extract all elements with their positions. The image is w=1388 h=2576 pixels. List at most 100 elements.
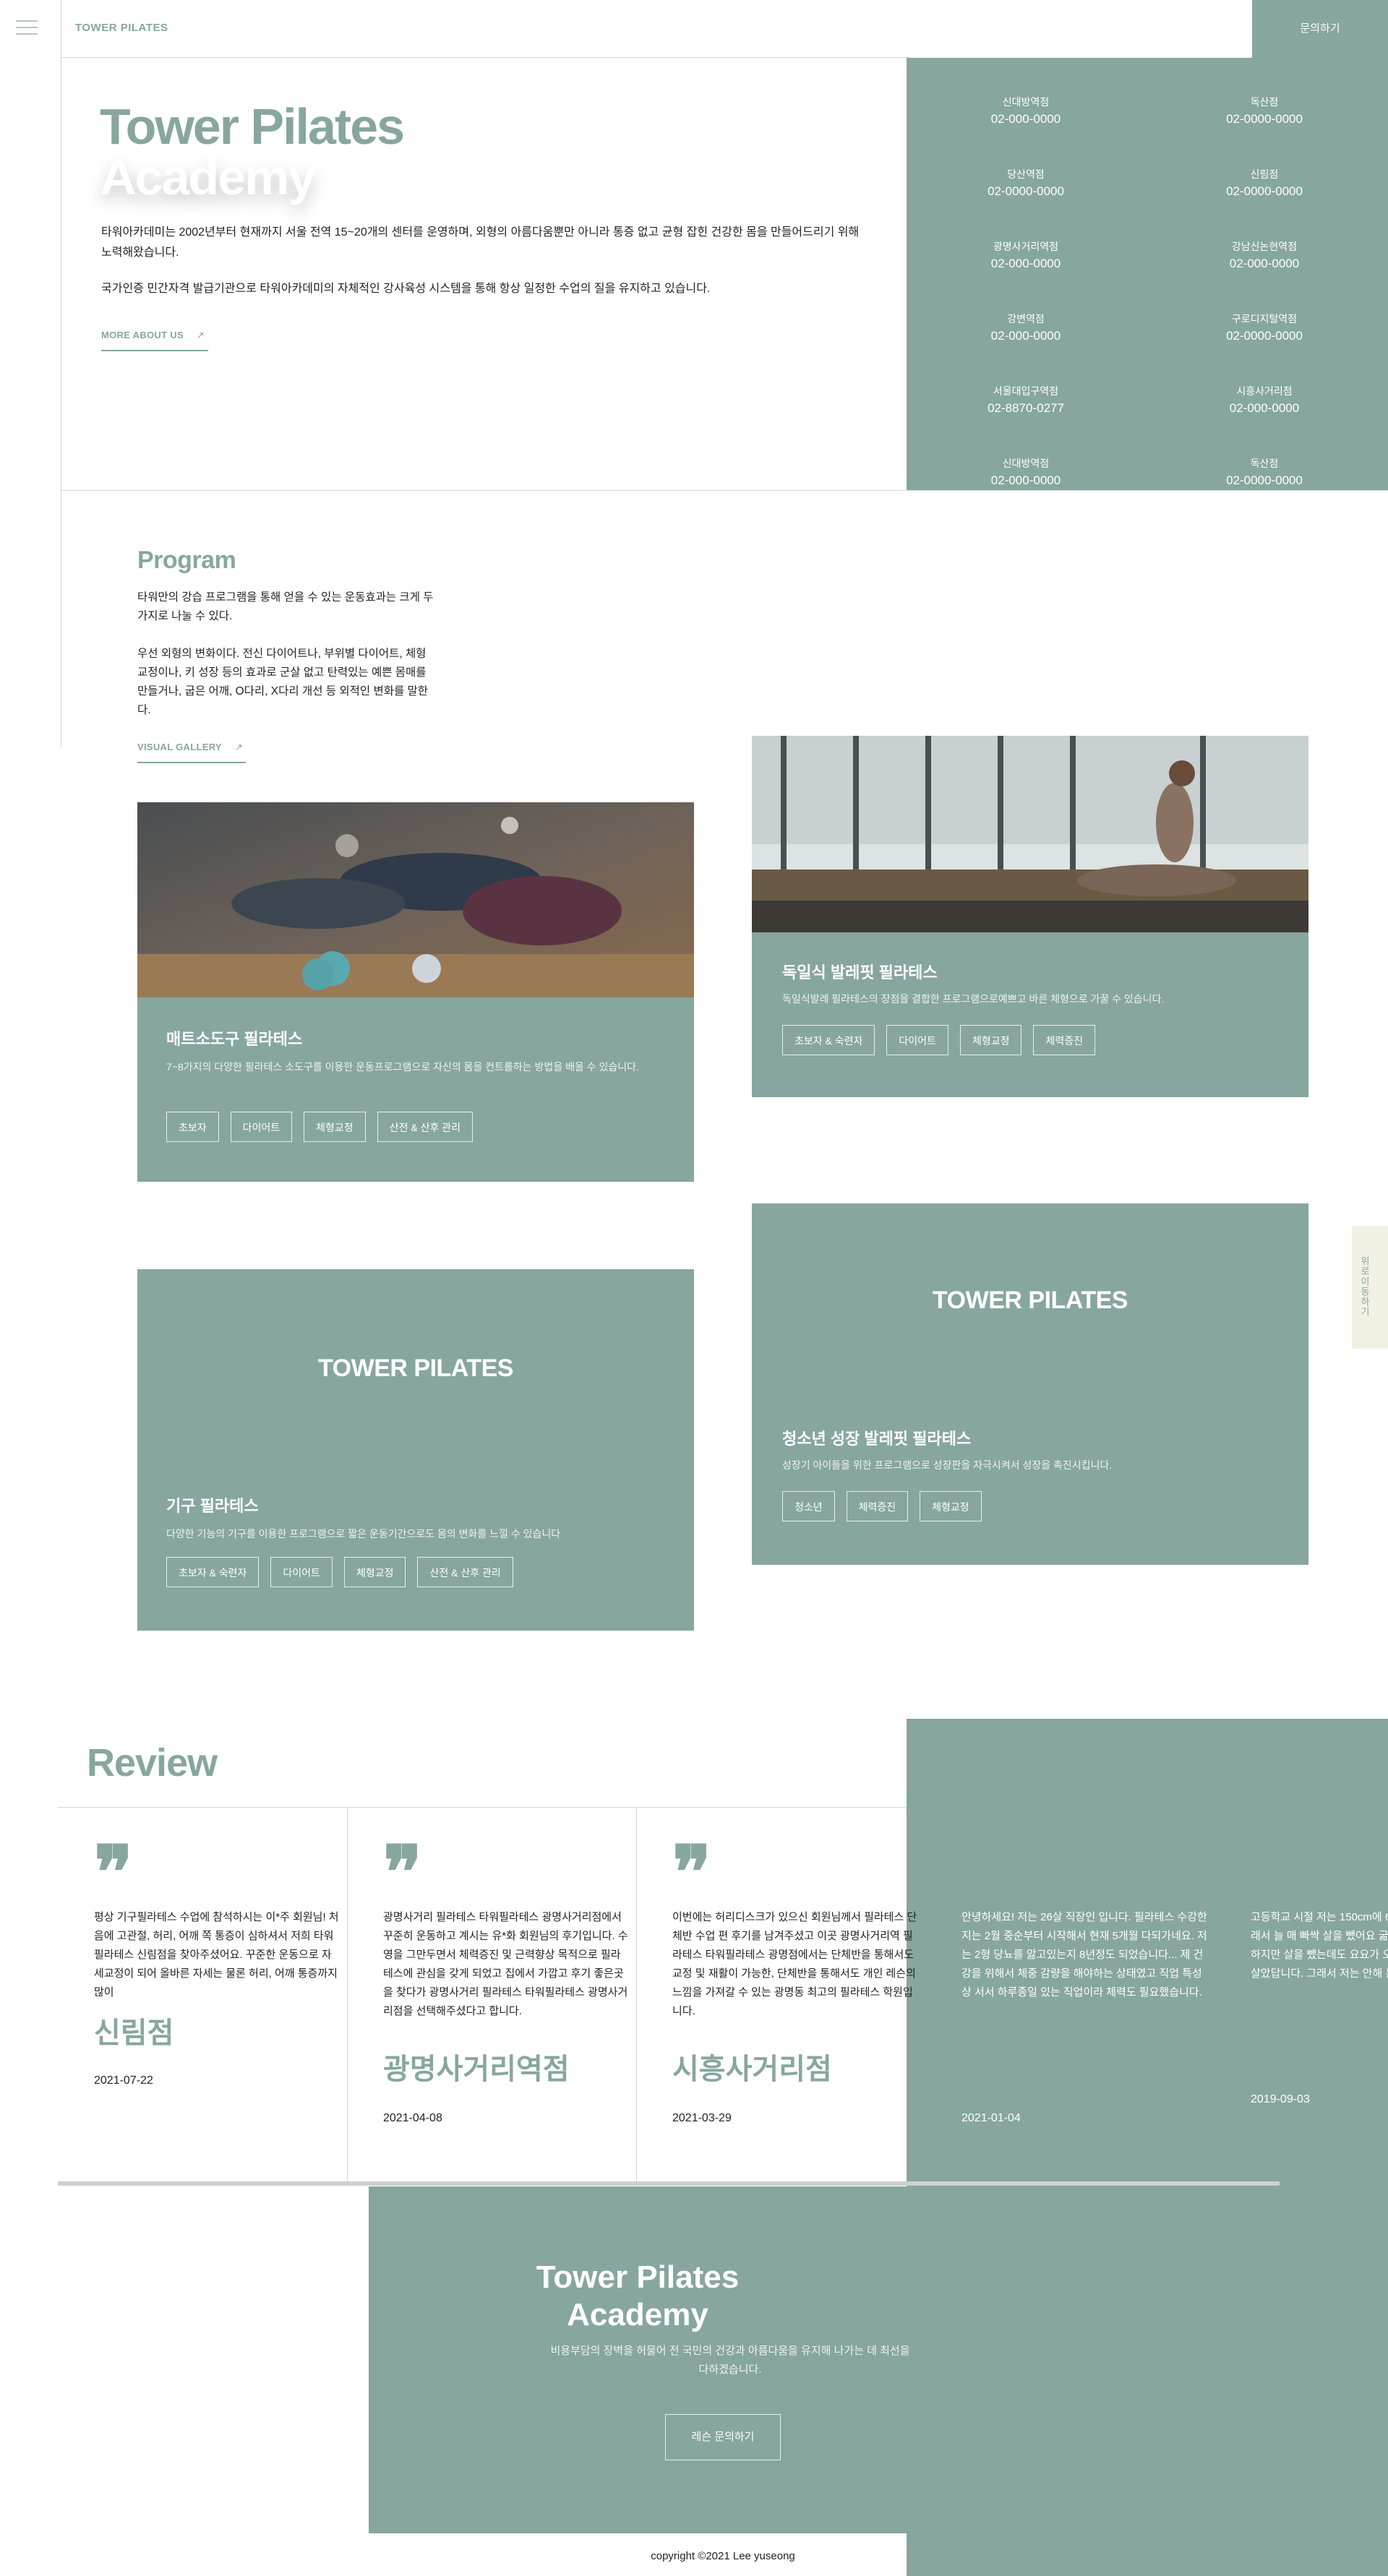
branch-item[interactable]: 신림점 02-0000-0000 [1145, 166, 1384, 201]
program-card-desc: 다양한 기능의 기구를 이용한 프로그램으로 짧은 운동기간으로도 몸의 변화를… [166, 1528, 561, 1540]
branch-item[interactable]: 독산점 02-0000-0000 [1145, 455, 1384, 490]
branch-item[interactable]: 신대방역점 02-000-0000 [907, 455, 1145, 490]
brand-logo: TOWER PILATES [318, 1354, 513, 1382]
more-about-us-link[interactable]: MORE ABOUT US ↗ [101, 330, 208, 351]
branch-item[interactable]: 강변역점 02-000-0000 [907, 311, 1145, 345]
branch-phone: 02-0000-0000 [1226, 329, 1303, 343]
branch-name: 독산점 [1250, 96, 1279, 108]
tag[interactable]: 청소년 [782, 1491, 835, 1521]
branch-name: 신대방역점 [1002, 458, 1050, 469]
divider-line [61, 57, 909, 58]
hamburger-menu-icon[interactable] [16, 20, 38, 36]
tag[interactable]: 다이어트 [270, 1557, 333, 1587]
tag[interactable]: 체력증진 [1033, 1025, 1095, 1055]
branch-phone: 02-0000-0000 [1226, 112, 1303, 126]
contact-button[interactable]: 문의하기 [1252, 0, 1388, 58]
quote-icon: ❞ [672, 1829, 711, 1915]
tag[interactable]: 산전 & 산후 관리 [377, 1112, 473, 1142]
branch-phone: 02-000-0000 [1229, 257, 1300, 270]
site-logo[interactable]: TOWER PILATES [75, 22, 168, 34]
hero-description: 국가인증 민간자격 발급기관으로 타워아카데미의 자체적인 강사육성 시스템을 … [101, 283, 711, 295]
program-description: 타워만의 강습 프로그램을 통해 얻을 수 있는 운동효과는 크게 두가지로 나… [137, 591, 434, 622]
more-about-us-label: MORE ABOUT US [101, 330, 184, 340]
review-date: 2021-07-22 [94, 2074, 153, 2087]
review-branch: 신림점 [94, 2017, 174, 2049]
review-branch: 시흥사거리점 [672, 2053, 832, 2085]
tag[interactable]: 체형교정 [343, 1557, 406, 1587]
branch-phone: 02-8870-0277 [988, 401, 1064, 415]
tag[interactable]: 체형교정 [959, 1025, 1022, 1055]
branch-name: 시흥사거리점 [1236, 385, 1293, 397]
divider-line [61, 490, 1388, 491]
branch-item[interactable]: 강남신논현역점 02-000-0000 [1145, 239, 1384, 273]
divider-line [58, 1807, 907, 1808]
review-date: 2021-03-29 [672, 2112, 732, 2124]
footer-description: 비용부담의 장벽을 허물어 전 국민의 건강과 아름다움을 유지해 나가는 데 … [550, 2345, 910, 2376]
review-item[interactable]: ❞ 광명사거리 필라테스 타워필라테스 광명사거리점에서 꾸준히 운동하고 계시… [383, 1836, 629, 2125]
review-item[interactable]: ❞ 이번에는 허리디스크가 있으신 회원님께서 필라테스 단체반 수업 편 후기… [672, 1836, 918, 2125]
footer-title-secondary: Academy [567, 2297, 708, 2332]
review-scrollbar[interactable] [58, 2181, 1280, 2186]
footer-title: Tower Pilates [536, 2259, 740, 2295]
review-item[interactable]: ❞ 평상 기구필라테스 수업에 참석하시는 이*주 회원님! 처음에 고관절, … [94, 1836, 340, 2096]
program-card-desc: 성장기 아이들을 위한 프로그램으로 성장판을 자극시켜서 성장을 촉진시킵니다… [782, 1459, 1113, 1471]
program-card-balletfit[interactable]: 독일식 발레핏 필라테스 독일식발레 필라테스의 장점을 결합한 프로그램으로예… [752, 736, 1308, 1097]
lesson-inquiry-button[interactable]: 레슨 문의하기 [665, 2414, 781, 2460]
branch-item[interactable]: 구로디지털역점 02-0000-0000 [1145, 311, 1384, 345]
branch-item[interactable]: 서울대입구역점 02-8870-0277 [907, 383, 1145, 418]
mat-pilates-photo [137, 802, 694, 997]
branch-phone: 02-000-0000 [990, 329, 1061, 343]
visual-gallery-link[interactable]: VISUAL GALLERY ↗ [137, 742, 246, 763]
scroll-top-tab[interactable]: 위로이동하기 [1352, 1226, 1388, 1349]
review-text: 고등학교 시절 저는 150cm에 68kg까지 나갔어요.. 그래서 늘 매 … [1251, 1911, 1388, 1980]
review-item[interactable]: 안녕하세요! 저는 26살 직장인 입니다. 필라테스 수강한지는 2월 중순부… [961, 1836, 1207, 2125]
branch-item[interactable]: 광명사거리역점 02-000-0000 [907, 239, 1145, 273]
tag[interactable]: 초보자 & 숙련자 [166, 1557, 260, 1587]
program-card-equipment[interactable]: TOWER PILATES 기구 필라테스 다양한 기능의 기구를 이용한 프로… [137, 1269, 694, 1631]
program-card-desc: 독일식발레 필라테스의 장점을 결합한 프로그램으로예쁘고 바른 체형으로 가꿀… [782, 993, 1165, 1005]
tag[interactable]: 산전 & 산후 관리 [417, 1557, 513, 1587]
branch-name: 독산점 [1250, 458, 1279, 469]
branch-phone: 02-000-0000 [1229, 401, 1300, 415]
scroll-top-label: 위로이동하기 [1359, 1256, 1370, 1317]
tag[interactable]: 초보자 & 숙련자 [782, 1025, 875, 1055]
branch-phone: 02-000-0000 [990, 112, 1061, 126]
visual-gallery-label: VISUAL GALLERY [137, 742, 222, 752]
branch-name: 광명사거리역점 [993, 241, 1059, 252]
tag[interactable]: 체력증진 [846, 1491, 909, 1521]
program-card-title: 독일식 발레핏 필라테스 [782, 963, 938, 982]
tag[interactable]: 체형교정 [920, 1491, 982, 1521]
tag-list: 초보자 & 숙련자 다이어트 체형교정 체력증진 [782, 1025, 1095, 1055]
tag[interactable]: 다이어트 [230, 1112, 293, 1142]
quote-icon: ❞ [94, 1829, 133, 1915]
quote-icon: ❞ [383, 1829, 422, 1915]
branch-phone: 02-000-0000 [990, 257, 1061, 270]
branch-name: 신림점 [1250, 168, 1279, 180]
branch-name: 서울대입구역점 [993, 385, 1059, 397]
branch-item[interactable]: 시흥사거리점 02-000-0000 [1145, 383, 1384, 418]
hero-title: Tower Pilates [100, 98, 405, 155]
review-date: 2019-09-03 [1251, 2093, 1310, 2105]
review-text: 안녕하세요! 저는 26살 직장인 입니다. 필라테스 수강한지는 2월 중순부… [961, 1911, 1207, 1998]
branch-name: 강남신논현역점 [1231, 241, 1298, 252]
branch-item[interactable]: 당산역점 02-0000-0000 [907, 166, 1145, 201]
tag[interactable]: 체형교정 [304, 1112, 366, 1142]
copyright: copyright ©2021 Lee yuseong [651, 2550, 795, 2562]
tag[interactable]: 다이어트 [886, 1025, 948, 1055]
branch-item[interactable]: 독산점 02-0000-0000 [1145, 94, 1384, 129]
tag[interactable]: 초보자 [166, 1112, 219, 1142]
program-card-mat[interactable]: 매트소도구 필라테스 7~8가지의 다양한 필라테스 소도구를 이용한 운동프로… [137, 802, 694, 1182]
review-item[interactable]: 고등학교 시절 저는 150cm에 68kg까지 나갔어요.. 그래서 늘 매 … [1251, 1836, 1388, 2125]
program-card-teen[interactable]: TOWER PILATES 청소년 성장 발레핏 필라테스 성장기 아이들을 위… [752, 1203, 1308, 1565]
branch-list: 신대방역점 02-000-0000 독산점 02-0000-0000 당산역점 02-… [907, 58, 1388, 490]
balletfit-photo [752, 736, 1308, 932]
branch-name: 강변역점 [1007, 313, 1045, 325]
branch-item[interactable]: 신대방역점 02-000-0000 [907, 94, 1145, 129]
brand-logo: TOWER PILATES [933, 1287, 1128, 1314]
branch-name: 구로디지털역점 [1231, 313, 1298, 325]
tag-list: 초보자 다이어트 체형교정 산전 & 산후 관리 [166, 1112, 473, 1142]
branch-phone: 02-0000-0000 [988, 184, 1064, 198]
program-card-title: 기구 필라테스 [166, 1497, 259, 1515]
divider-line [636, 1807, 637, 2183]
tag-list: 초보자 & 숙련자 다이어트 체형교정 산전 & 산후 관리 [166, 1557, 513, 1587]
